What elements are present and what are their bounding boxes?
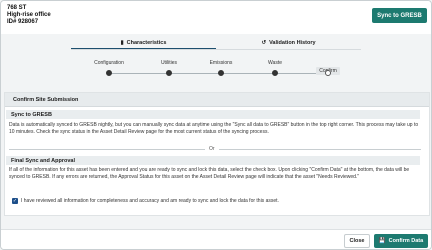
progress-stepper: Configuration Utilities Emissions Waste … bbox=[1, 57, 431, 77]
step-complete-marker bbox=[272, 70, 278, 76]
sync-section-text: Data is automatically synced to GRESB ni… bbox=[9, 122, 419, 135]
step-utilities[interactable]: Utilities bbox=[144, 59, 194, 76]
step-label: Emissions bbox=[209, 60, 233, 66]
confirm-review-label[interactable]: I have reviewed all information for comp… bbox=[21, 198, 279, 205]
asset-id: ID# 928067 bbox=[7, 19, 39, 25]
tab-bar: ▮ Characteristics ↺ Validation History bbox=[71, 37, 361, 50]
confirm-data-button[interactable]: 💾 Confirm Data bbox=[374, 234, 428, 248]
step-label: Waste bbox=[268, 60, 282, 66]
close-button[interactable]: Close bbox=[344, 234, 370, 248]
tab-characteristics-label: Characteristics bbox=[126, 39, 167, 46]
confirm-data-label: Confirm Data bbox=[388, 238, 424, 244]
step-complete-marker bbox=[106, 70, 112, 76]
step-complete-marker bbox=[218, 70, 224, 76]
history-icon: ↺ bbox=[261, 39, 267, 46]
panel-title: Confirm Site Submission bbox=[13, 97, 79, 103]
divider-right bbox=[219, 149, 421, 150]
step-configuration[interactable]: Configuration bbox=[84, 59, 134, 76]
step-confirm[interactable]: Confirm bbox=[303, 59, 353, 77]
step-label: Configuration bbox=[94, 60, 124, 66]
sync-section-header bbox=[6, 110, 420, 119]
final-section-title: Final Sync and Approval bbox=[11, 158, 75, 164]
tab-validation-history[interactable]: ↺ Validation History bbox=[216, 37, 361, 48]
panel-header: Confirm Site Submission bbox=[5, 93, 429, 107]
sync-section-title: Sync to GRESB bbox=[11, 112, 52, 118]
step-emissions[interactable]: Emissions bbox=[196, 59, 246, 76]
tab-divider bbox=[71, 49, 361, 50]
site-submission-window: 768 ST High-rise office ID# 928067 Sync … bbox=[0, 0, 432, 250]
save-icon: 💾 bbox=[378, 238, 386, 244]
step-label: Utilities bbox=[160, 60, 178, 66]
step-complete-marker bbox=[166, 70, 172, 76]
confirm-review-checkbox[interactable]: ✓ bbox=[12, 198, 18, 204]
final-section-text: If all of the information for this asset… bbox=[9, 167, 410, 180]
step-waste[interactable]: Waste bbox=[250, 59, 300, 76]
asset-header: 768 ST High-rise office ID# 928067 Sync … bbox=[1, 1, 431, 34]
sync-to-gresb-button[interactable]: Sync to GRESB bbox=[372, 8, 427, 23]
divider-or: Or bbox=[209, 146, 215, 152]
step-current-marker bbox=[325, 70, 331, 76]
document-icon: ▮ bbox=[120, 39, 124, 46]
tab-characteristics[interactable]: ▮ Characteristics bbox=[71, 37, 216, 48]
divider-left bbox=[9, 149, 205, 150]
dialog-footer: Close 💾 Confirm Data bbox=[1, 229, 431, 249]
tab-validation-history-label: Validation History bbox=[269, 39, 316, 46]
